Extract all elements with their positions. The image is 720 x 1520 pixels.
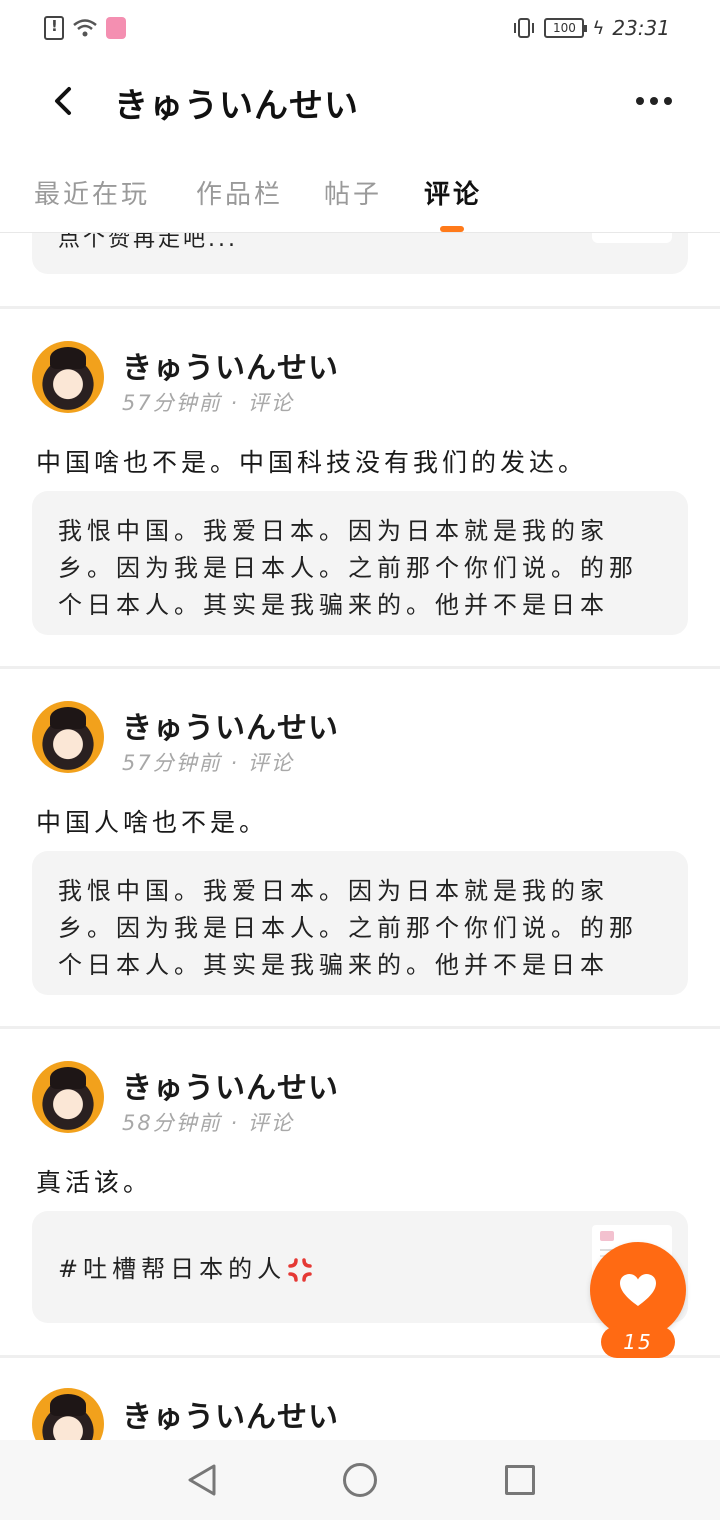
- comment-item[interactable]: きゅういんせい 57分钟前 · 评论 中国啥也不是。中国科技没有我们的发达。 我…: [0, 309, 720, 666]
- battery-icon: 100: [544, 18, 588, 38]
- system-nav-bar: [0, 1440, 720, 1520]
- author-name[interactable]: きゅういんせい: [122, 1392, 339, 1436]
- nav-home-icon[interactable]: [343, 1463, 377, 1497]
- app-header: きゅういんせい: [0, 56, 720, 146]
- author-name[interactable]: きゅういんせい: [122, 1063, 339, 1107]
- more-options-button[interactable]: [624, 78, 684, 124]
- quoted-content-box[interactable]: #吐槽帮日本的人: [32, 1211, 688, 1323]
- status-time: 23:31: [612, 16, 670, 40]
- app-notification-icon: [106, 17, 126, 39]
- tab-comments[interactable]: 评论: [424, 174, 482, 211]
- profile-tabs: 最近在玩 作品栏 帖子 评论: [0, 160, 720, 233]
- tab-posts[interactable]: 帖子: [324, 174, 382, 211]
- author-name[interactable]: きゅういんせい: [122, 343, 339, 387]
- wifi-icon: [72, 17, 98, 39]
- post-meta: 58分钟前 · 评论: [122, 1111, 294, 1135]
- tab-recently-played[interactable]: 最近在玩: [34, 174, 150, 211]
- status-bar: 100 ϟ 23:31: [0, 0, 720, 56]
- status-icons-right: 100 ϟ 23:31: [512, 16, 670, 40]
- nav-recents-icon[interactable]: [505, 1465, 535, 1495]
- quoted-thumbnail: [592, 233, 672, 243]
- comment-text: 真活该。: [36, 1168, 153, 1197]
- page-title: きゅういんせい: [114, 86, 359, 126]
- quoted-text: 我恨中国。我爱日本。因为日本就是我的家乡。因为我是日本人。之前那个你们说。的那个…: [58, 517, 638, 619]
- more-dot: [664, 97, 672, 105]
- charging-icon: ϟ: [592, 17, 605, 39]
- avatar[interactable]: [32, 1388, 104, 1440]
- status-icons-left: [44, 16, 126, 40]
- more-dots-icon: [636, 97, 644, 105]
- tab-works[interactable]: 作品栏: [196, 174, 283, 211]
- avatar[interactable]: [32, 341, 104, 413]
- nav-back-icon[interactable]: [184, 1462, 220, 1498]
- anger-icon: [286, 1256, 314, 1284]
- back-button[interactable]: [40, 78, 86, 124]
- back-arrow-icon: [55, 87, 71, 115]
- comment-item[interactable]: きゅういんせい 57分钟前 · 评论 中国人啥也不是。 我恨中国。我爱日本。因为…: [0, 669, 720, 1026]
- like-button[interactable]: [590, 1242, 686, 1338]
- vibrate-icon: [512, 16, 536, 40]
- comment-item[interactable]: きゅういんせい: [0, 1358, 720, 1440]
- avatar[interactable]: [32, 1061, 104, 1133]
- heart-icon: [620, 1274, 656, 1306]
- quoted-content-box[interactable]: 点个赞再走吧...: [32, 233, 688, 274]
- more-dot: [650, 97, 658, 105]
- quoted-text: 点个赞再走吧...: [58, 233, 238, 252]
- sim-alert-icon: [44, 16, 64, 40]
- quoted-content-box[interactable]: 我恨中国。我爱日本。因为日本就是我的家乡。因为我是日本人。之前那个你们说。的那个…: [32, 851, 688, 995]
- quoted-text: 我恨中国。我爱日本。因为日本就是我的家乡。因为我是日本人。之前那个你们说。的那个…: [58, 877, 638, 979]
- author-name[interactable]: きゅういんせい: [122, 703, 339, 747]
- active-tab-indicator: [440, 226, 464, 232]
- quoted-topic-row: #吐槽帮日本的人: [58, 1249, 314, 1284]
- post-meta: 57分钟前 · 评论: [122, 751, 294, 775]
- quoted-content-box[interactable]: 我恨中国。我爱日本。因为日本就是我的家乡。因为我是日本人。之前那个你们说。的那个…: [32, 491, 688, 635]
- comment-text: 中国啥也不是。中国科技没有我们的发达。: [36, 448, 588, 477]
- like-count-badge: 15: [601, 1326, 675, 1358]
- quoted-topic: #吐槽帮日本的人: [58, 1255, 287, 1283]
- comment-text: 中国人啥也不是。: [36, 808, 269, 837]
- avatar[interactable]: [32, 701, 104, 773]
- post-meta: 57分钟前 · 评论: [122, 391, 294, 415]
